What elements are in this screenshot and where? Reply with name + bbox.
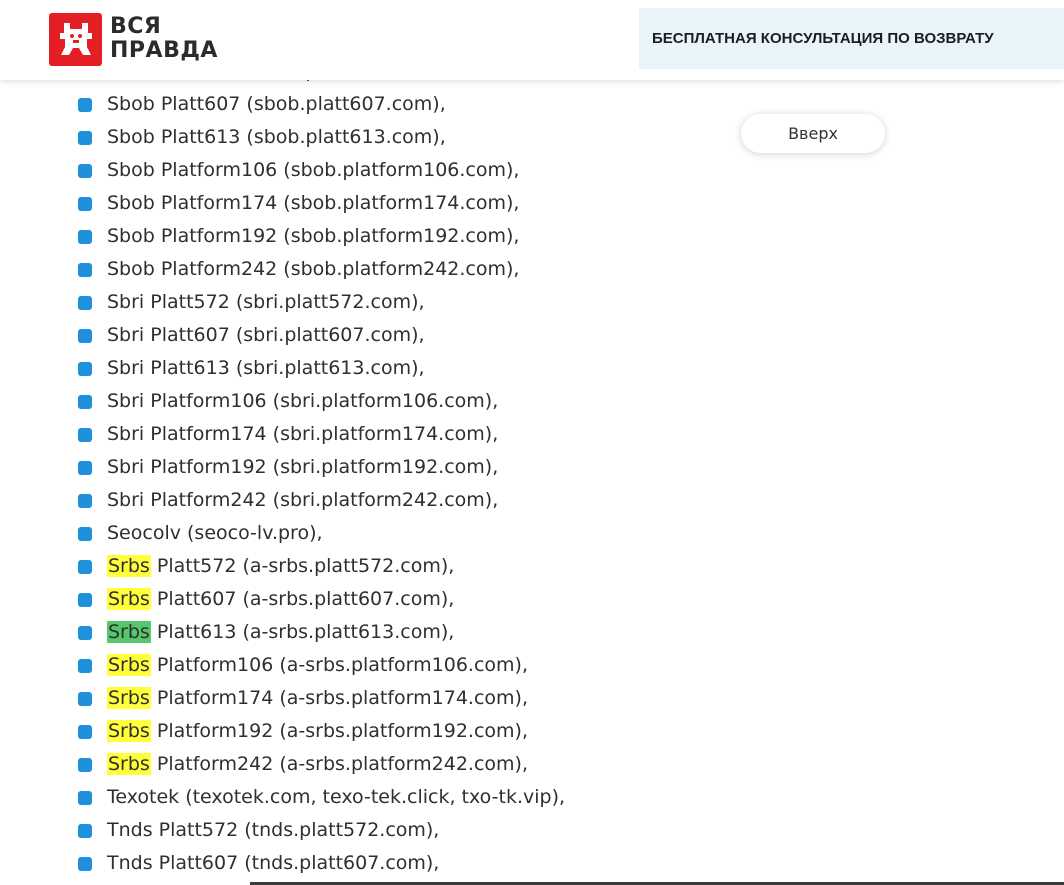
list-item: Srbs Platt607 (a-srbs.platt607.com), [78, 583, 565, 616]
list-item: Sbri Platform174 (sbri.platform174.com), [78, 418, 565, 451]
list-item-text: Sbri Platt613 (sbri.platt613.com), [107, 357, 425, 379]
square-bullet-icon [78, 197, 92, 211]
square-bullet-icon [78, 560, 92, 574]
square-bullet-icon [78, 131, 92, 145]
list-item: Sbob Platt613 (sbob.platt613.com), [78, 121, 565, 154]
square-bullet-icon [78, 692, 92, 706]
list-item-text: Sbob Platform192 (sbob.platform192.com), [107, 225, 520, 247]
list-item-text: Sbri Platform242 (sbri.platform242.com), [107, 489, 499, 511]
list-item-text: Tnds Platt572 (tnds.platt572.com), [107, 819, 440, 841]
list-item-text: Sbob Platform242 (sbob.platform242.com), [107, 258, 520, 280]
search-highlight: Srbs [107, 621, 151, 643]
square-bullet-icon [78, 824, 92, 838]
free-consultation-button[interactable]: БЕСПЛАТНАЯ КОНСУЛЬТАЦИЯ ПО ВОЗВРАТУ [639, 8, 1064, 69]
logo-text: ВСЯ ПРАВДА [110, 15, 218, 63]
search-highlight: Srbs [107, 687, 151, 709]
square-bullet-icon [78, 461, 92, 475]
search-highlight: Srbs [107, 654, 151, 676]
search-highlight: Srbs [107, 753, 151, 775]
list-item: Srbs Platt572 (a-srbs.platt572.com), [78, 550, 565, 583]
square-bullet-icon [78, 428, 92, 442]
square-bullet-icon [78, 659, 92, 673]
list-item-text: Sbob Platt613 (sbob.platt613.com), [107, 126, 446, 148]
square-bullet-icon [78, 263, 92, 277]
list-item: Sbob Platform242 (sbob.platform242.com), [78, 253, 565, 286]
list-item-text: Tnds Platt607 (tnds.platt607.com), [107, 852, 440, 874]
square-bullet-icon [78, 362, 92, 376]
square-bullet-icon [78, 230, 92, 244]
page: Sbob Platt572 (sbob.platt572.com),Sbob P… [0, 0, 1064, 885]
square-bullet-icon [78, 494, 92, 508]
search-highlight: Srbs [107, 555, 151, 577]
list-item-text: Sbri Platform106 (sbri.platform106.com), [107, 390, 499, 412]
square-bullet-icon [78, 527, 92, 541]
list-item: Sbri Platform242 (sbri.platform242.com), [78, 484, 565, 517]
list-item: Sbob Platform174 (sbob.platform174.com), [78, 187, 565, 220]
list-item-text: Sbri Platform174 (sbri.platform174.com), [107, 423, 499, 445]
square-bullet-icon [78, 329, 92, 343]
logo-line-2: ПРАВДА [110, 38, 218, 63]
list-item: Sbri Platt572 (sbri.platt572.com), [78, 286, 565, 319]
list-item-text: Platt607 (a-srbs.platt607.com), [150, 588, 455, 610]
square-bullet-icon [78, 857, 92, 871]
square-bullet-icon [78, 98, 92, 112]
list-item-text: Sbob Platform174 (sbob.platform174.com), [107, 192, 520, 214]
list-item-text: Sbri Platform192 (sbri.platform192.com), [107, 456, 499, 478]
list-item: Seocolv (seoco-lv.pro), [78, 517, 565, 550]
list-item-text: Platform106 (a-srbs.platform106.com), [150, 654, 529, 676]
list-item-text: Sbob Platt607 (sbob.platt607.com), [107, 93, 446, 115]
list-item: Sbob Platt607 (sbob.platt607.com), [78, 88, 565, 121]
list-item: Sbob Platform192 (sbob.platform192.com), [78, 220, 565, 253]
list-item: Srbs Platform106 (a-srbs.platform106.com… [78, 649, 565, 682]
search-highlight: Srbs [107, 720, 151, 742]
scroll-up-button[interactable]: Вверх [741, 114, 885, 153]
list-item-text: Texotek (texotek.com, texo-tek.click, tx… [107, 786, 566, 808]
list-item-text: Platt613 (a-srbs.platt613.com), [150, 621, 455, 643]
logo-line-1: ВСЯ [110, 14, 162, 39]
list-item: Srbs Platform192 (a-srbs.platform192.com… [78, 715, 565, 748]
list-item: Srbs Platt613 (a-srbs.platt613.com), [78, 616, 565, 649]
list-item-text: Seocolv (seoco-lv.pro), [107, 522, 323, 544]
square-bullet-icon [78, 296, 92, 310]
list-item: Sbri Platt613 (sbri.platt613.com), [78, 352, 565, 385]
list-item-text: Platform242 (a-srbs.platform242.com), [150, 753, 529, 775]
list-item-text: Sbri Platt607 (sbri.platt607.com), [107, 324, 425, 346]
square-bullet-icon [78, 626, 92, 640]
list-item-text: Platform174 (a-srbs.platform174.com), [150, 687, 529, 709]
list-item: Sbri Platt607 (sbri.platt607.com), [78, 319, 565, 352]
list-item: Tnds Platt607 (tnds.platt607.com), [78, 847, 565, 880]
list-item: Sbob Platform106 (sbob.platform106.com), [78, 154, 565, 187]
list-item-text: Platt572 (a-srbs.platt572.com), [150, 555, 455, 577]
square-bullet-icon [78, 758, 92, 772]
square-bullet-icon [78, 593, 92, 607]
list-item-text: Sbri Platt572 (sbri.platt572.com), [107, 291, 425, 313]
list-item: Sbri Platform106 (sbri.platform106.com), [78, 385, 565, 418]
company-list: Sbob Platt572 (sbob.platt572.com),Sbob P… [78, 55, 565, 880]
list-item: Srbs Platform242 (a-srbs.platform242.com… [78, 748, 565, 781]
bear-logo-icon [49, 12, 102, 66]
list-item: Srbs Platform174 (a-srbs.platform174.com… [78, 682, 565, 715]
square-bullet-icon [78, 791, 92, 805]
list-item: Tnds Platt572 (tnds.platt572.com), [78, 814, 565, 847]
list-item-text: Platform192 (a-srbs.platform192.com), [150, 720, 529, 742]
list-item: Sbri Platform192 (sbri.platform192.com), [78, 451, 565, 484]
list-item-text: Sbob Platform106 (sbob.platform106.com), [107, 159, 520, 181]
square-bullet-icon [78, 395, 92, 409]
logo[interactable]: ВСЯ ПРАВДА [49, 11, 218, 67]
site-header: ВСЯ ПРАВДА БЕСПЛАТНАЯ КОНСУЛЬТАЦИЯ ПО ВО… [0, 0, 1064, 80]
square-bullet-icon [78, 164, 92, 178]
list-item: Texotek (texotek.com, texo-tek.click, tx… [78, 781, 565, 814]
search-highlight: Srbs [107, 588, 151, 610]
square-bullet-icon [78, 725, 92, 739]
